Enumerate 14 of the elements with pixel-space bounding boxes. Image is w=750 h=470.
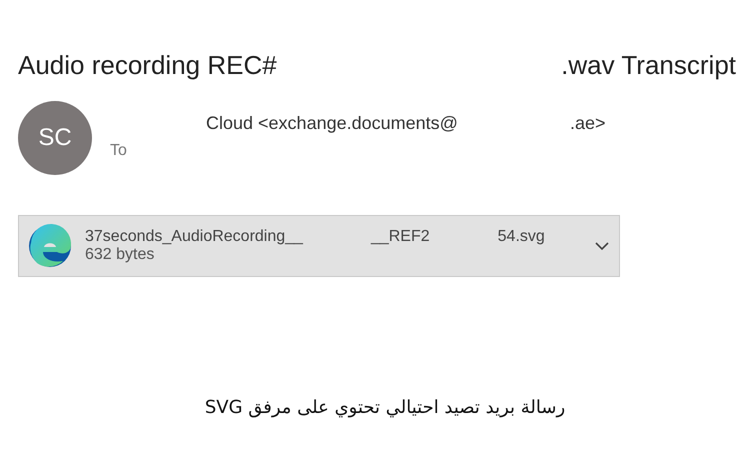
attachment-size: 632 bytes <box>85 246 156 264</box>
email-subject: Audio recording REC# <box>18 50 277 81</box>
email-subject: .wav Transcript <box>561 50 736 81</box>
sender-avatar: SC <box>18 101 92 175</box>
attachment-name: 54.svg <box>498 228 545 246</box>
browser-logo-icon <box>27 223 73 269</box>
attachment-name: __REF2 <box>370 228 430 246</box>
image-caption: رسالة بريد تصيد احتيالي تحتوي على مرفق SVG <box>204 397 566 418</box>
sender-address: .ae> <box>570 113 606 134</box>
attachment-card[interactable]: 37seconds_AudioRecording__ __REF2 54.svg 632 bytes <box>18 215 620 277</box>
attachment-name: 37seconds_AudioRecording__ <box>85 228 303 246</box>
to-label: To <box>110 142 128 160</box>
sender-address: Cloud <exchange.documents@ <box>206 113 458 134</box>
chevron-down-icon[interactable] <box>595 241 609 251</box>
